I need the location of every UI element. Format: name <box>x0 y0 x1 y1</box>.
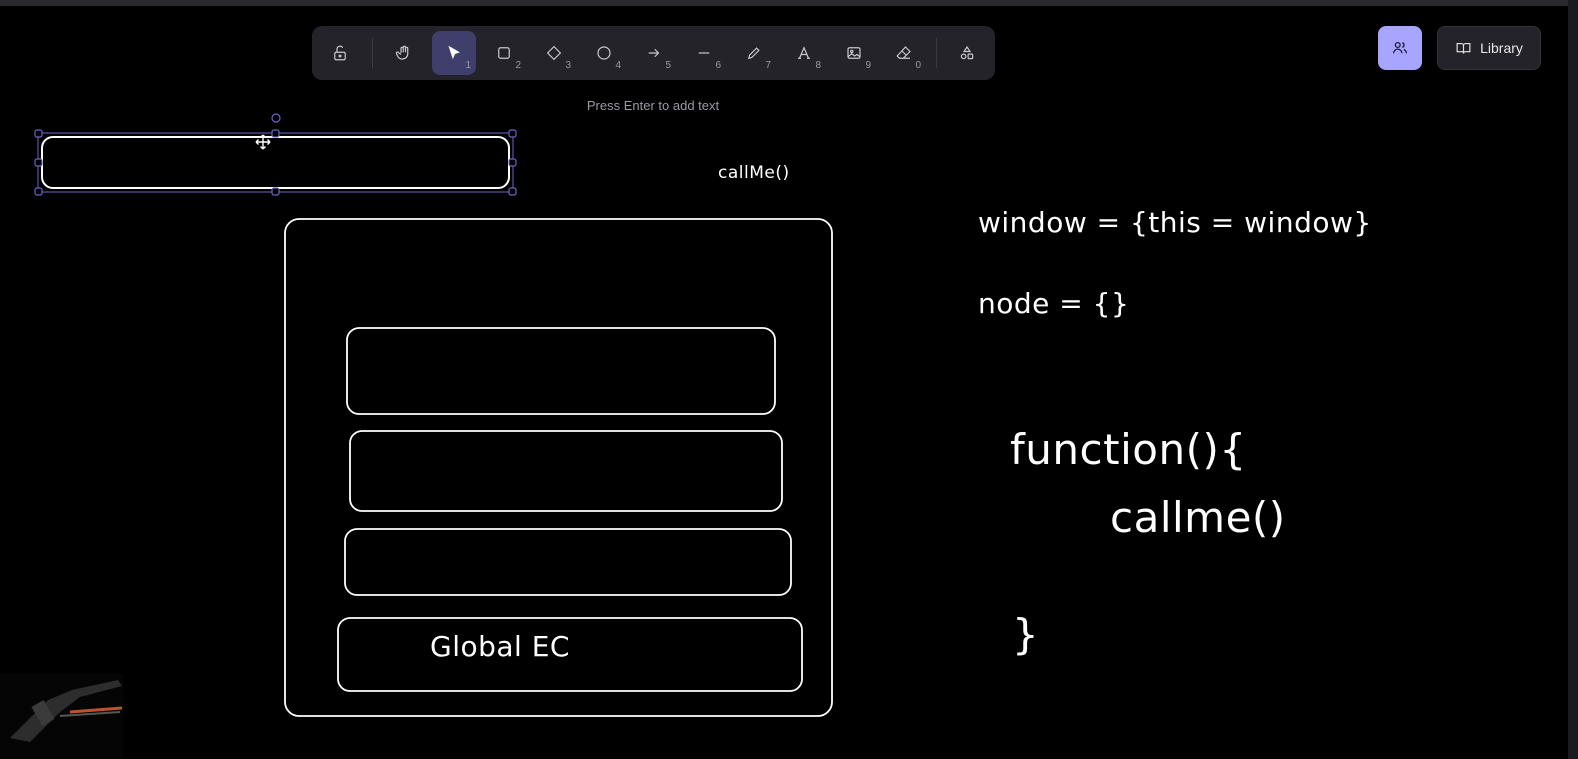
close-brace-text[interactable]: } <box>1012 610 1039 659</box>
resize-handle[interactable] <box>271 187 280 196</box>
drawing-canvas[interactable] <box>0 0 1578 759</box>
resize-handle[interactable] <box>34 129 43 138</box>
node-object-text[interactable]: node = {} <box>978 287 1129 320</box>
stack-frame-box[interactable] <box>346 327 776 415</box>
resize-handle[interactable] <box>508 129 517 138</box>
global-ec-box[interactable] <box>337 617 803 692</box>
stack-frame-box[interactable] <box>344 528 792 596</box>
selected-rectangle[interactable] <box>34 113 517 196</box>
resize-handle[interactable] <box>508 187 517 196</box>
resize-handle[interactable] <box>271 129 280 138</box>
callme-label[interactable]: callMe() <box>718 163 790 183</box>
stack-frame-box[interactable] <box>349 430 783 512</box>
window-object-text[interactable]: window = {this = window} <box>978 206 1372 239</box>
callme-inner-text[interactable]: callme() <box>1110 493 1286 542</box>
resize-handle[interactable] <box>508 158 517 167</box>
resize-handle[interactable] <box>34 158 43 167</box>
rotate-handle[interactable] <box>271 113 281 123</box>
webcam-overlay <box>0 674 123 759</box>
global-ec-label[interactable]: Global EC <box>430 630 570 663</box>
function-text[interactable]: function(){ <box>1010 425 1247 474</box>
resize-handle[interactable] <box>34 187 43 196</box>
